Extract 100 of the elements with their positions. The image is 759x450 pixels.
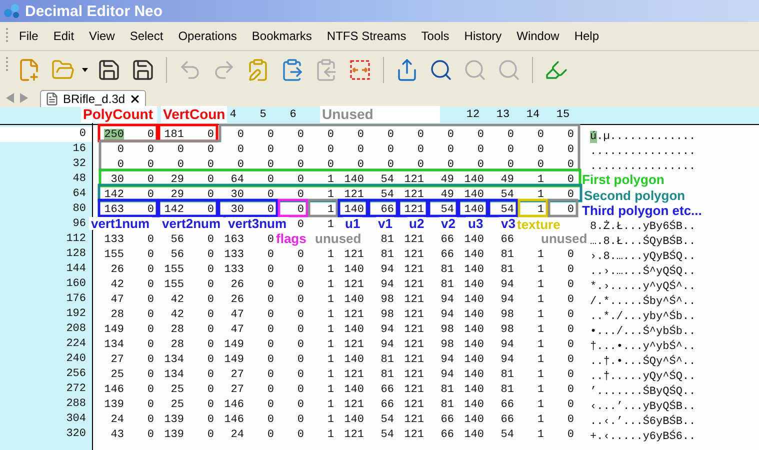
byte-value: 0: [207, 278, 214, 290]
menu-item[interactable]: Select: [130, 29, 164, 43]
floppy-icon: [97, 58, 121, 82]
byte-value: 98: [440, 324, 454, 336]
byte-value: 25: [170, 398, 184, 410]
byte-value: 146: [104, 384, 124, 396]
byte-value: 56: [170, 234, 184, 246]
offset-label: 192: [65, 307, 87, 322]
byte-value: 1: [327, 324, 334, 336]
byte-value: 0: [477, 158, 484, 170]
column-header: 13: [496, 108, 510, 123]
byte-value: 54: [380, 414, 394, 426]
byte-value: 140: [464, 368, 484, 380]
text-preview: ›.8.…...yQyBŚQ..: [590, 250, 696, 262]
byte-value: 155: [164, 278, 184, 290]
byte-value: 1: [537, 308, 544, 320]
file-tab[interactable]: BRifle_d.3d: [40, 90, 146, 107]
byte-value: 140: [344, 204, 364, 216]
text-preview: /.*.....Śby^Ś^..: [590, 296, 696, 308]
text-preview: ..†.•...ŚQy^Ś^..: [590, 356, 696, 368]
left-arrow-icon[interactable]: [6, 93, 15, 103]
byte-value: 140: [464, 354, 484, 366]
byte-value: 0: [477, 144, 484, 156]
byte-value: 0: [507, 128, 514, 140]
offset-label: 288: [65, 397, 87, 412]
byte-value: 66: [500, 398, 514, 410]
menu-item[interactable]: Operations: [178, 29, 237, 43]
byte-value: 0: [177, 158, 184, 170]
byte-value: 0: [297, 248, 304, 260]
byte-value: 0: [447, 128, 454, 140]
byte-value: 0: [147, 234, 154, 246]
byte-value: 27: [230, 384, 244, 396]
byte-value: 0: [267, 188, 274, 200]
byte-value: 0: [297, 128, 304, 140]
byte-value: 0: [567, 264, 574, 276]
menu-item[interactable]: Tools: [421, 29, 450, 43]
byte-value: 0: [207, 368, 214, 380]
byte-value: 121: [404, 188, 424, 200]
byte-value: 0: [207, 398, 214, 410]
menu-item[interactable]: History: [464, 29, 502, 43]
byte-value: 1: [537, 204, 544, 216]
offset-label: 32: [72, 157, 87, 172]
byte-value: 1: [327, 384, 334, 396]
byte-value: 142: [104, 188, 124, 200]
byte-value: 1: [537, 368, 544, 380]
text-preview: ..‹.’...Ś6yBŚB..: [590, 416, 696, 428]
annotation-label: Third polygon etc...: [581, 203, 703, 218]
byte-value: 0: [297, 354, 304, 366]
byte-value: 140: [344, 354, 364, 366]
close-icon[interactable]: [129, 93, 142, 105]
byte-value: 0: [147, 248, 154, 260]
byte-value: 121: [404, 368, 424, 380]
offset-label: 160: [65, 277, 87, 292]
offset-label: 320: [65, 427, 87, 442]
byte-value: 54: [500, 204, 514, 216]
byte-value: 140: [464, 414, 484, 426]
byte-value: 1: [537, 354, 544, 366]
right-arrow-icon[interactable]: [19, 93, 28, 103]
byte-value: 54: [380, 188, 394, 200]
menu-item[interactable]: Help: [574, 29, 599, 43]
byte-value: 24: [110, 414, 124, 426]
menu-item[interactable]: File: [19, 29, 38, 43]
byte-value: 155: [164, 264, 184, 276]
byte-value: 0: [147, 204, 154, 216]
offset-label: 304: [65, 412, 87, 427]
byte-value: 121: [404, 174, 424, 186]
annotation-label: vert1num: [89, 217, 152, 230]
byte-value: 0: [117, 158, 124, 170]
byte-value: 54: [380, 428, 394, 440]
clipboard-icon: [280, 58, 304, 82]
byte-value: 25: [110, 368, 124, 380]
annotation-label: unused: [539, 232, 590, 245]
byte-value: 0: [297, 158, 304, 170]
menu-item[interactable]: NTFS Streams: [326, 29, 406, 43]
byte-value: 0: [297, 308, 304, 320]
byte-value: 66: [440, 428, 454, 440]
byte-value: 0: [207, 248, 214, 260]
byte-value: 140: [344, 414, 364, 426]
byte-value: 26: [110, 264, 124, 276]
byte-value: 121: [404, 398, 424, 410]
menu-item[interactable]: View: [89, 29, 115, 43]
byte-value: 146: [224, 398, 244, 410]
byte-value: 0: [297, 204, 304, 216]
byte-value: 1: [537, 338, 544, 350]
annotation-label: u1: [343, 217, 362, 230]
menu-item[interactable]: Bookmarks: [252, 29, 312, 43]
byte-value: 66: [500, 414, 514, 426]
byte-value: 0: [207, 204, 214, 216]
byte-value: 149: [224, 354, 244, 366]
byte-value: 98: [500, 308, 514, 320]
byte-value: 121: [404, 354, 424, 366]
menu-item[interactable]: Edit: [53, 29, 74, 43]
text-preview: •.../...Ś^ybŚb..: [590, 326, 696, 338]
clipboard-icon: [314, 58, 338, 82]
byte-value: 0: [537, 128, 544, 140]
byte-value: 0: [207, 294, 214, 306]
byte-value: 81: [380, 248, 394, 260]
byte-value: 0: [567, 428, 574, 440]
byte-value: 66: [380, 384, 394, 396]
menu-item[interactable]: Window: [516, 29, 560, 43]
